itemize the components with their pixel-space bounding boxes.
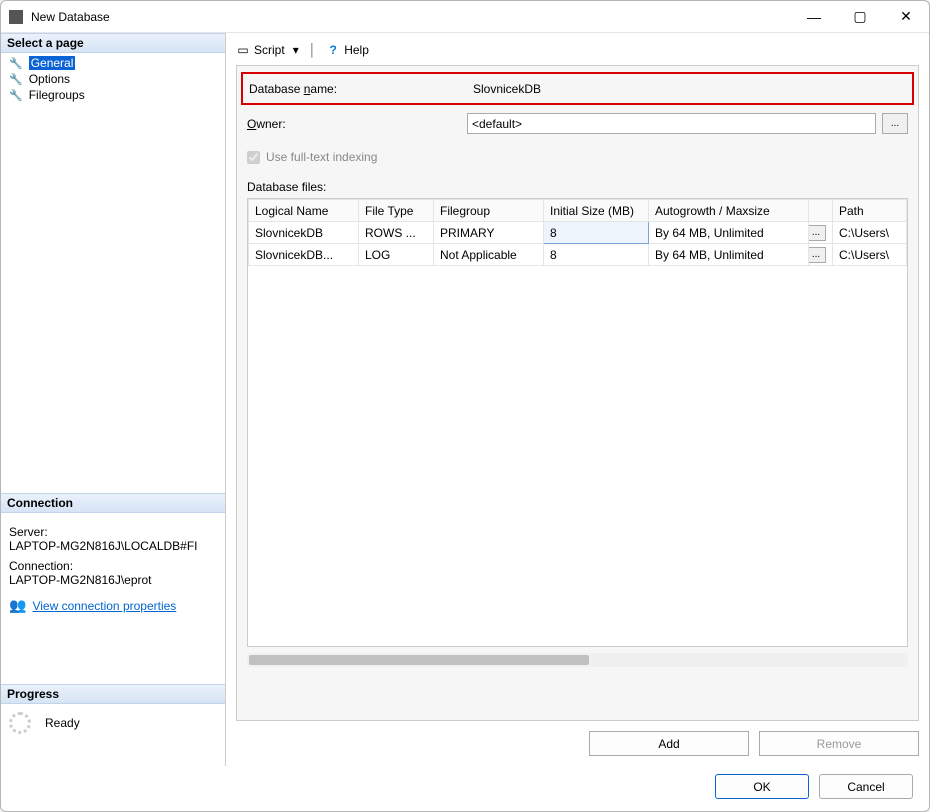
cancel-button[interactable]: Cancel [819, 774, 913, 799]
owner-row: Owner: ... [247, 113, 908, 134]
grid-header-row: Logical Name File Type Filegroup Initial… [249, 200, 907, 222]
script-button[interactable]: Script [254, 43, 285, 57]
owner-label: Owner: [247, 117, 467, 131]
help-button[interactable]: Help [344, 43, 369, 57]
window-title: New Database [31, 10, 791, 24]
dbname-label: Database name: [249, 82, 469, 96]
page-item-label: General [29, 56, 76, 70]
connection-label: Connection: [9, 559, 217, 573]
progress-spinner-icon [9, 712, 31, 734]
fulltext-label: Use full-text indexing [266, 150, 377, 164]
maximize-button[interactable]: ▢ [837, 1, 883, 33]
main-form-box: Database name: Owner: ... Use full-t [236, 65, 919, 721]
add-button[interactable]: Add [589, 731, 749, 756]
horizontal-scrollbar[interactable] [247, 653, 908, 667]
dbname-row-highlight: Database name: [241, 72, 914, 105]
toolbar: ▭ Script ▾ │ ? Help [236, 39, 919, 65]
database-files-label: Database files: [247, 180, 908, 194]
cell-initial-size[interactable]: 8 [544, 244, 649, 266]
script-dropdown-icon[interactable]: ▾ [293, 43, 299, 57]
view-connection-link-row: 👥 View connection properties [9, 597, 217, 614]
cell-file-type[interactable]: ROWS ... [359, 222, 434, 244]
col-path[interactable]: Path [833, 200, 907, 222]
wrench-icon: 🔧 [9, 73, 23, 86]
fulltext-checkbox [247, 151, 260, 164]
app-icon [9, 10, 23, 24]
grid-row[interactable]: SlovnicekDB... LOG Not Applicable 8 By 6… [249, 244, 907, 266]
col-logical-name[interactable]: Logical Name [249, 200, 359, 222]
view-connection-properties-link[interactable]: View connection properties [32, 599, 176, 613]
cell-path[interactable]: C:\Users\ [833, 244, 907, 266]
grid-empty-area [248, 266, 907, 646]
connection-header: Connection [1, 493, 225, 513]
connection-block: Server: LAPTOP-MG2N816J\LOCALDB#FI Conne… [1, 513, 225, 624]
right-panel: ▭ Script ▾ │ ? Help Database name: [226, 33, 929, 766]
dialog-window: New Database — ▢ ✕ Select a page 🔧 Gener… [0, 0, 930, 812]
server-value: LAPTOP-MG2N816J\LOCALDB#FI [9, 539, 217, 553]
scrollbar-thumb[interactable] [249, 655, 589, 665]
dialog-buttons: OK Cancel [1, 766, 929, 811]
files-grid-wrap: Logical Name File Type Filegroup Initial… [247, 198, 908, 716]
progress-state: Ready [45, 716, 80, 730]
help-icon: ? [326, 43, 340, 57]
close-button[interactable]: ✕ [883, 1, 929, 33]
ellipsis-icon[interactable]: ... [809, 247, 827, 263]
progress-block: Ready [1, 704, 225, 742]
ok-button[interactable]: OK [715, 774, 809, 799]
cell-autogrowth[interactable]: By 64 MB, Unlimited [649, 244, 809, 266]
col-filegroup[interactable]: Filegroup [434, 200, 544, 222]
page-item-general[interactable]: 🔧 General [1, 55, 225, 71]
col-auto-btn[interactable] [809, 200, 833, 222]
script-icon: ▭ [236, 43, 250, 57]
progress-header: Progress [1, 684, 225, 704]
wrench-icon: 🔧 [9, 89, 23, 102]
page-item-label: Options [29, 72, 70, 86]
dbname-input[interactable] [469, 78, 906, 99]
cell-filegroup[interactable]: PRIMARY [434, 222, 544, 244]
cell-logical-name[interactable]: SlovnicekDB [249, 222, 359, 244]
cell-auto-edit[interactable]: ... [809, 244, 833, 266]
col-file-type[interactable]: File Type [359, 200, 434, 222]
col-autogrowth[interactable]: Autogrowth / Maxsize [649, 200, 809, 222]
cell-path[interactable]: C:\Users\ [833, 222, 907, 244]
left-panel: Select a page 🔧 General 🔧 Options 🔧 File… [1, 33, 226, 766]
connection-value: LAPTOP-MG2N816J\eprot [9, 573, 217, 587]
page-item-options[interactable]: 🔧 Options [1, 71, 225, 87]
owner-browse-button[interactable]: ... [882, 113, 908, 134]
server-label: Server: [9, 525, 217, 539]
content-area: Select a page 🔧 General 🔧 Options 🔧 File… [1, 33, 929, 766]
wrench-icon: 🔧 [9, 57, 23, 70]
select-page-header: Select a page [1, 33, 225, 53]
fulltext-row: Use full-text indexing [247, 150, 908, 164]
owner-input[interactable] [467, 113, 876, 134]
cell-filegroup[interactable]: Not Applicable [434, 244, 544, 266]
page-item-filegroups[interactable]: 🔧 Filegroups [1, 87, 225, 103]
files-grid[interactable]: Logical Name File Type Filegroup Initial… [247, 198, 908, 647]
cell-autogrowth[interactable]: By 64 MB, Unlimited [649, 222, 809, 244]
minimize-button[interactable]: — [791, 1, 837, 33]
toolbar-separator: │ [309, 43, 317, 57]
page-list: 🔧 General 🔧 Options 🔧 Filegroups [1, 53, 225, 105]
remove-button: Remove [759, 731, 919, 756]
people-icon: 👥 [9, 597, 26, 614]
titlebar: New Database — ▢ ✕ [1, 1, 929, 33]
grid-row[interactable]: SlovnicekDB ROWS ... PRIMARY 8 By 64 MB,… [249, 222, 907, 244]
cell-initial-size[interactable]: 8 [544, 222, 649, 244]
grid-action-row: Add Remove [236, 731, 919, 756]
ellipsis-icon[interactable]: ... [809, 225, 827, 241]
cell-file-type[interactable]: LOG [359, 244, 434, 266]
cell-auto-edit[interactable]: ... [809, 222, 833, 244]
page-item-label: Filegroups [29, 88, 85, 102]
col-initial-size[interactable]: Initial Size (MB) [544, 200, 649, 222]
cell-logical-name[interactable]: SlovnicekDB... [249, 244, 359, 266]
